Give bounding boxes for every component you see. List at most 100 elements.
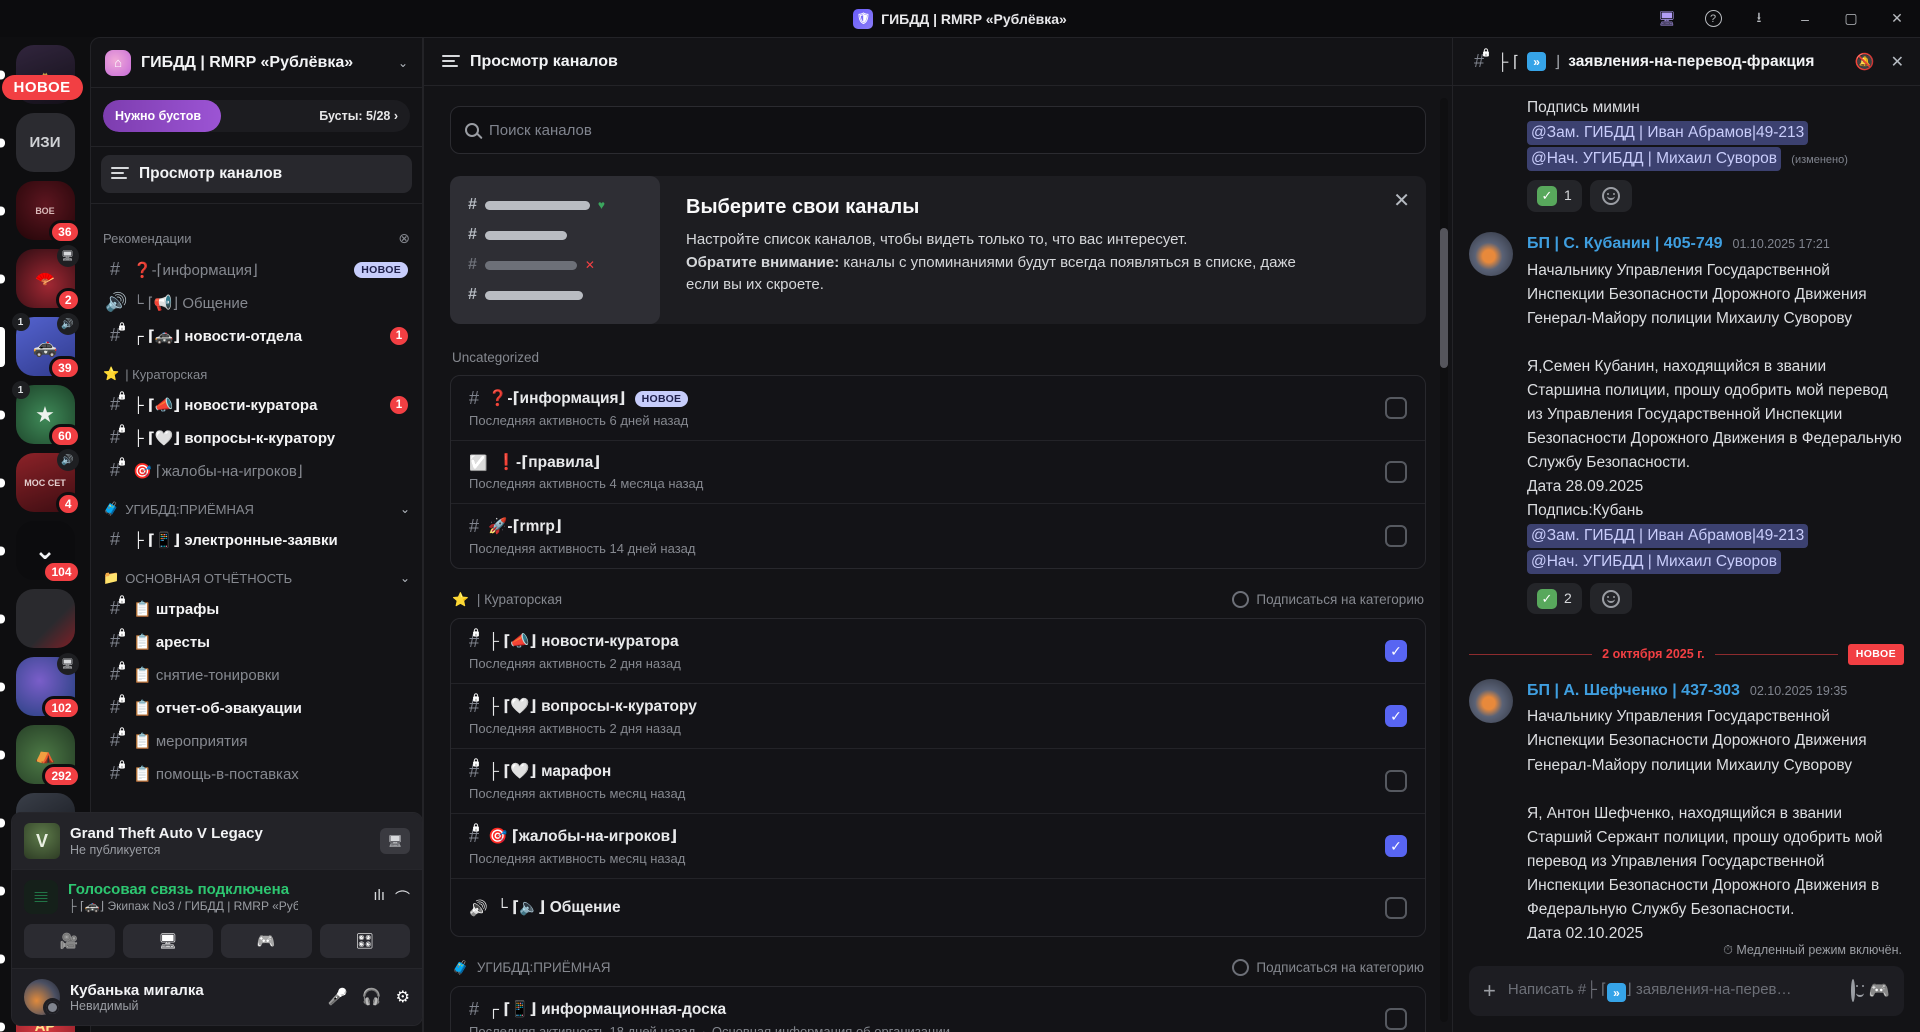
reaction-check[interactable]: ✓ 1 [1527, 180, 1582, 212]
maximize-button[interactable]: ▢ [1828, 0, 1874, 37]
mention-pill[interactable]: @Нач. УГИБДД | Михаил Суворов [1527, 549, 1781, 574]
composer-placeholder: Написать #├ ⌈» ⌋ заявления-на-перев… [1508, 980, 1839, 1003]
server-icon-9[interactable]: 🖥 102 [0, 653, 81, 720]
help-icon[interactable]: ? [1690, 0, 1736, 37]
minimize-button[interactable]: – [1782, 0, 1828, 37]
sidebar-channel-aresty[interactable]: # 🔒 📋 аресты [99, 625, 414, 658]
close-button[interactable]: ✕ [1874, 0, 1920, 37]
row-zhaloby-na-igrokov[interactable]: # 🔒 🎯 ⌈жалобы-на-игроков⌋ Последняя активн… [451, 814, 1425, 879]
sidebar-channel-voprosy-k-kuratoru[interactable]: # 🔒 ├ ⌈🤍⌋ вопросы-к-куратору [99, 421, 414, 454]
sidebar-channel-snyatie-tonirovki[interactable]: # 🔒 📋 снятие-тонировки [99, 658, 414, 691]
camera-button[interactable]: 🎥 [24, 924, 115, 958]
sidebar-channel-meropriyatiya[interactable]: # 🔒 📋 мероприятия [99, 724, 414, 757]
avatar[interactable] [1469, 678, 1513, 723]
server-icon-1[interactable]: ИЗИ [0, 113, 75, 172]
message-composer[interactable]: + Написать #├ ⌈» ⌋ заявления-на-перев… 🎮 [1469, 966, 1904, 1016]
channel-checkbox[interactable] [1385, 835, 1407, 857]
sidebar-channel-otchet-ob-evakuacii[interactable]: # 🔒 📋 отчет-об-эвакуации [99, 691, 414, 724]
mention-pill[interactable]: @Нач. УГИБДД | Михаил Суворов [1527, 147, 1781, 172]
subscribe-category[interactable]: Подписаться на категорию [1232, 959, 1424, 976]
channel-checkbox[interactable] [1385, 525, 1407, 547]
microphone-icon[interactable]: 🎤 [328, 987, 348, 1007]
row-informacionnaya-doska[interactable]: # ┌ ⌈📱⌋ информационная-доска Последняя ак… [451, 987, 1425, 1032]
row-novosti-kuratora[interactable]: # 🔒 ├ ⌈📣⌋ новости-куратора Последняя актив… [451, 619, 1425, 684]
boost-bar[interactable]: Нужно бустов Бусты: 5/28 › [103, 100, 410, 132]
browser-content[interactable]: #♥ # #✕ # Выберите свои каналы Настройте… [424, 86, 1452, 1032]
channel-checkbox[interactable] [1385, 770, 1407, 792]
message-kubanin[interactable]: БП | С. Кубанин | 405-749 01.10.2025 17:… [1469, 231, 1904, 629]
add-reaction-button[interactable] [1589, 180, 1632, 212]
avatar[interactable] [24, 979, 62, 1017]
soundboard-button[interactable]: 🎛 [319, 924, 410, 958]
mute-bell-icon[interactable]: 🔕 [1855, 52, 1875, 72]
last-activity: Последняя активность 4 месяца назад [469, 476, 704, 491]
banner-note-bold: Обратите внимание: [686, 253, 840, 271]
channel-checkbox[interactable] [1385, 397, 1407, 419]
user-panel: Кубанька мигалка Невидимый 🎤 🎧 ⚙ [12, 968, 422, 1025]
category-ugibdd-priyomnaya[interactable]: 🧳 УГИБДД:ПРИЁМНАЯ ⌄ [103, 501, 410, 517]
server-icon-2[interactable]: ВОЕ 36 [0, 181, 81, 244]
row-pravila[interactable]: ☑️ ❗-⌈правила⌋ Последняя активность 4 мес… [451, 441, 1425, 504]
close-icon[interactable]: ✕ [1891, 52, 1904, 72]
avatar[interactable] [1469, 231, 1513, 276]
activities-button[interactable]: 🎮 [221, 924, 312, 958]
channel-checkbox[interactable] [1385, 461, 1407, 483]
row-voprosy-k-kuratoru[interactable]: # 🔒 ├ ⌈🤍⌋ вопросы-к-куратору Последняя акт… [451, 684, 1425, 749]
dismiss-recommendations-icon[interactable]: ⊗ [398, 230, 410, 247]
server-icon-8[interactable] [0, 589, 75, 648]
sidebar-channel-novosti-kuratora[interactable]: # 🔒 ├ ⌈📣⌋ новости-куратора 1 [99, 388, 414, 421]
share-activity-icon[interactable]: 🖥 [380, 828, 410, 854]
author-name[interactable]: БП | С. Кубанин | 405-749 [1527, 232, 1723, 257]
reaction-check[interactable]: ✓ 2 [1527, 582, 1582, 615]
category-kuratorskaya[interactable]: ⭐ | Кураторская [103, 366, 410, 382]
sidebar-channel-shtrafy[interactable]: # 🔒 📋 штрафы [99, 592, 414, 625]
message-shefchenko[interactable]: БП | А. Шефченко | 437-303 02.10.2025 19… [1469, 678, 1904, 939]
main-scrollbar[interactable] [1440, 98, 1448, 1022]
row-informaciya[interactable]: # ❓-⌈информация⌋ НОВОЕ Последняя активност… [451, 376, 1425, 441]
server-icon-4[interactable]: 🚓 1 🔊 39 [0, 313, 81, 380]
sidebar-channel-novosti-otdela[interactable]: # 🔒 ┌ ⌈🚓⌋ новости-отдела 1 [99, 319, 414, 352]
server-icon-6[interactable]: МОС СЕТ 🔊 4 [0, 449, 81, 516]
server-icon-10[interactable]: ⛺ 292 [0, 725, 81, 788]
channel-checkbox[interactable] [1385, 1008, 1407, 1030]
mention-pill[interactable]: @Зам. ГИБДД | Иван Абрамов|49-213 [1527, 523, 1809, 548]
add-reaction-button[interactable] [1589, 582, 1632, 615]
server-icon-5[interactable]: ★ 1 60 [0, 381, 81, 448]
streamer-mode-icon[interactable]: 🖥 [1644, 0, 1690, 37]
category-osnovnaya-otchyotnost[interactable]: 📁 ОСНОВНАЯ ОТЧЁТНОСТЬ ⌄ [103, 570, 410, 586]
channel-search[interactable] [450, 106, 1426, 154]
author-name[interactable]: БП | А. Шефченко | 437-303 [1527, 679, 1740, 704]
emoji-picker-icon[interactable] [1850, 979, 1855, 1002]
channel-checkbox[interactable] [1385, 896, 1407, 919]
sidebar-channel-pomoshch-v-postavkah[interactable]: # 🔒 📋 помощь-в-поставках [99, 757, 414, 790]
row-obshchenie-voice[interactable]: 🔊 └ ⌈🔈⌋ Общение [451, 879, 1425, 936]
server-icon-3[interactable]: 🪭 🖥 2 [0, 245, 81, 312]
row-marafon[interactable]: # 🔒 ├ ⌈🤍⌋ марафон Последняя активность мес… [451, 749, 1425, 814]
channel-checkbox[interactable] [1385, 705, 1407, 727]
download-update-icon[interactable]: ⭳ [1736, 0, 1782, 37]
close-icon[interactable]: ✕ [1393, 188, 1410, 213]
mention-pill[interactable]: @Зам. ГИБДД | Иван Абрамов|49-213 [1527, 121, 1809, 146]
headphones-icon[interactable]: 🎧 [362, 987, 382, 1007]
server-icon-0[interactable]: ⩕ НОВОЕ [0, 45, 83, 104]
browse-channels-item[interactable]: Просмотр каналов [101, 155, 412, 193]
message-text: Подпись мимин [1527, 99, 1640, 116]
message-list[interactable]: Подпись мимин @Зам. ГИБДД | Иван Абрамов… [1453, 86, 1920, 939]
sidebar-channel-elektronnye-zayavki[interactable]: # ├ ⌈📱⌋ электронные-заявки [99, 523, 414, 556]
message-continuation[interactable]: Подпись мимин @Зам. ГИБДД | Иван Абрамов… [1469, 96, 1904, 226]
subscribe-category[interactable]: Подписаться на категорию [1232, 591, 1424, 608]
server-icon-7[interactable]: ⌄ 104 [0, 521, 81, 584]
search-input[interactable] [489, 121, 1411, 139]
sidebar-channel-zhaloby-na-igrokov[interactable]: # 🔒 🎯 ⌈жалобы-на-игроков⌋ [99, 454, 414, 487]
sidebar-voice-obshchenie[interactable]: 🔊 └ ⌈📢⌋ Общение [99, 286, 414, 319]
voice-channel-name[interactable]: ├ ⌈🚓⌋ Экипаж No3 / ГИБДД | RMRP «Рублё… [68, 899, 298, 913]
gif-gamepad-icon[interactable]: 🎮 [1869, 981, 1890, 1001]
screenshare-button[interactable]: 🖥 [122, 924, 213, 958]
server-header[interactable]: ⌂ ГИБДД | RMRP «Рублёвка» ⌄ [91, 38, 422, 88]
sidebar-channel-informaciya[interactable]: # ❓-⌈информация⌋ НОВОЕ [99, 253, 414, 286]
disconnect-call-icon[interactable]: ⌒ [395, 887, 410, 908]
channel-checkbox[interactable] [1385, 640, 1407, 662]
row-rmrp[interactable]: # 🚀-⌈rmrp⌋ Последняя активность 14 дней н… [451, 504, 1425, 568]
attach-plus-icon[interactable]: + [1483, 978, 1496, 1004]
settings-gear-icon[interactable]: ⚙ [396, 987, 410, 1007]
